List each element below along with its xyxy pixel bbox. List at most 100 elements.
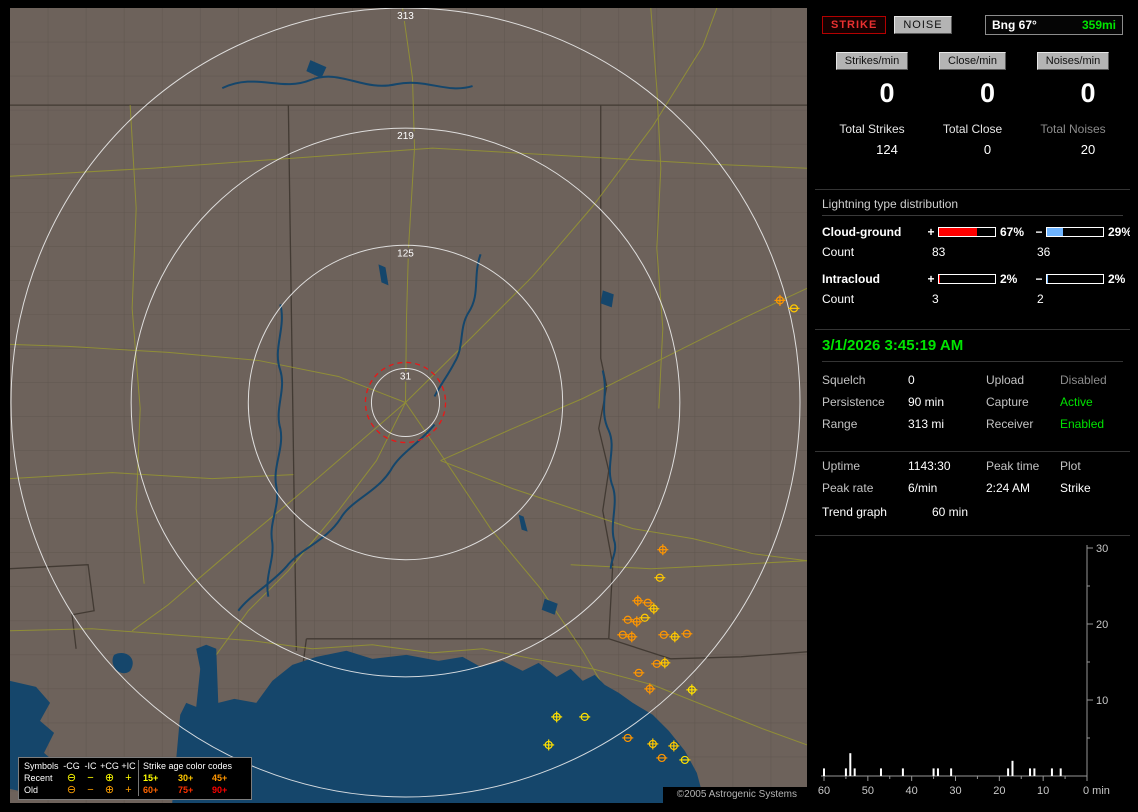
plus-sign: + (927, 225, 935, 239)
legend-recent-label: Recent (24, 773, 53, 783)
total-strikes-value: 124 (876, 142, 898, 157)
upload-status: Disabled (1060, 373, 1107, 387)
strikes-per-min-label: Strikes/min (835, 52, 909, 70)
minus-sign: − (1035, 225, 1043, 239)
age-code-90: 90+ (212, 785, 228, 795)
svg-text:40: 40 (906, 785, 918, 797)
time-settings-section: 3/1/2026 3:45:19 AM Squelch 0 Upload Dis… (815, 330, 1130, 452)
legend-col-neg-ic: -IC (84, 760, 97, 771)
plot-value: Strike (1060, 481, 1091, 495)
minus-sign: − (1035, 272, 1043, 286)
svg-text:0 min: 0 min (1083, 785, 1110, 797)
range-label: Range (822, 417, 858, 431)
distribution-title: Lightning type distribution (822, 197, 1123, 216)
intracloud-positive-count: 3 (932, 292, 939, 306)
svg-text:125: 125 (397, 248, 414, 259)
svg-text:50: 50 (862, 785, 874, 797)
svg-text:20: 20 (1096, 619, 1108, 631)
count-label: Count (822, 245, 855, 259)
svg-text:219: 219 (397, 131, 414, 142)
svg-text:30: 30 (1096, 543, 1108, 555)
lightning-map[interactable]: 313 219 125 31 Symbols -CG -IC +CG +IC Stri… (10, 8, 807, 803)
squelch-label: Squelch (822, 373, 866, 387)
legend-symbols-title: Symbols (24, 761, 59, 771)
neg-ic-old-icon: − (87, 783, 94, 796)
range-value: 313 mi (908, 417, 945, 431)
copyright-text: ©2005 Astrogenic Systems (662, 787, 807, 803)
noises-per-min-label: Noises/min (1036, 52, 1110, 70)
intracloud-label: Intracloud (822, 272, 881, 286)
bearing-range-value: 359mi (1081, 18, 1116, 32)
age-code-45: 45+ (212, 773, 228, 783)
cloud-ground-positive-count: 83 (932, 245, 946, 259)
trend-graph-section: 30 20 10 60 50 40 30 20 10 0 min (815, 536, 1130, 804)
counters-section: STRIKE NOISE Bng 67° 359mi Strikes/min 0… (815, 8, 1130, 190)
cloud-ground-positive-pct: 67% (1000, 225, 1025, 239)
count-label: Count (822, 292, 855, 306)
uptime-value: 1143:30 (908, 459, 951, 473)
age-code-15: 15+ (138, 772, 178, 784)
status-panel: STRIKE NOISE Bng 67° 359mi Strikes/min 0… (815, 8, 1130, 804)
strikes-per-min-counter: Strikes/min 0 Total Strikes 124 (822, 52, 922, 157)
legend-col-neg-cg: -CG (63, 760, 80, 771)
cloud-ground-label: Cloud-ground (822, 225, 902, 239)
map-canvas: 313 219 125 31 (10, 8, 807, 803)
bearing-range-box: Bng 67° 359mi (985, 15, 1123, 35)
age-code-30: 30+ (178, 773, 194, 783)
plot-label: Plot (1060, 459, 1081, 473)
cloud-ground-count-row: Count 83 36 (822, 245, 1123, 259)
trend-graph-label: Trend graph (822, 505, 887, 519)
svg-text:313: 313 (397, 11, 414, 22)
bearing-label: Bng 67° (992, 18, 1037, 32)
age-code-75: 75+ (178, 785, 194, 795)
cloud-ground-negative-count: 36 (1037, 245, 1051, 259)
lightning-distribution-section: Lightning type distribution Cloud-ground… (815, 190, 1130, 330)
legend-old-label: Old (24, 785, 39, 795)
intracloud-negative-bar (1046, 274, 1104, 284)
intracloud-count-row: Count 3 2 (822, 292, 1123, 306)
neg-cg-recent-icon: ⊖ (66, 771, 77, 784)
cloud-ground-row: Cloud-ground + 67% − 29% (822, 225, 1130, 239)
strikes-per-min-value: 0 (879, 78, 895, 108)
plus-sign: + (927, 272, 935, 286)
total-strikes-label: Total Strikes (839, 122, 905, 136)
receiver-label: Receiver (986, 417, 1034, 431)
noise-button[interactable]: NOISE (894, 16, 952, 34)
upload-label: Upload (986, 373, 1025, 387)
peak-rate-label: Peak rate (822, 481, 874, 495)
pos-cg-recent-icon: ⊕ (104, 771, 115, 784)
neg-ic-recent-icon: − (87, 771, 94, 784)
map-legend: Symbols -CG -IC +CG +IC Strike age color… (18, 757, 252, 800)
legend-age-title: Strike age color codes (138, 760, 246, 772)
squelch-value: 0 (908, 373, 915, 387)
strike-button[interactable]: STRIKE (822, 16, 887, 34)
pos-cg-old-icon: ⊕ (104, 783, 115, 796)
svg-text:10: 10 (1037, 785, 1049, 797)
current-datetime: 3/1/2026 3:45:19 AM (822, 337, 1123, 362)
age-code-60: 60+ (138, 784, 178, 796)
cloud-ground-negative-pct: 29% (1108, 225, 1130, 239)
intracloud-positive-bar (938, 274, 996, 284)
noises-per-min-value: 0 (1080, 78, 1096, 108)
cloud-ground-positive-bar (938, 227, 996, 237)
capture-label: Capture (986, 395, 1029, 409)
uptime-label: Uptime (822, 459, 861, 473)
trend-window-value: 60 min (932, 505, 969, 519)
intracloud-row: Intracloud + 2% − 2% (822, 272, 1126, 286)
legend-col-pos-ic: +IC (121, 760, 136, 771)
noises-per-min-counter: Noises/min 0 Total Noises 20 (1023, 52, 1123, 157)
total-noises-value: 20 (1080, 142, 1096, 157)
peak-rate-value: 6/min (908, 481, 938, 495)
nexstorm-window: { "panel": { "strike_button": "STRIKE", … (0, 0, 1138, 812)
svg-text:30: 30 (949, 785, 961, 797)
pos-ic-recent-icon: + (125, 771, 132, 784)
close-per-min-label: Close/min (939, 52, 1006, 70)
cloud-ground-negative-bar (1046, 227, 1104, 237)
persistence-label: Persistence (822, 395, 885, 409)
svg-text:60: 60 (818, 785, 830, 797)
intracloud-negative-pct: 2% (1108, 272, 1126, 286)
legend-col-pos-cg: +CG (100, 760, 119, 771)
close-per-min-counter: Close/min 0 Total Close 0 (923, 52, 1023, 157)
persistence-value: 90 min (908, 395, 945, 409)
peak-time-label: Peak time (986, 459, 1040, 473)
